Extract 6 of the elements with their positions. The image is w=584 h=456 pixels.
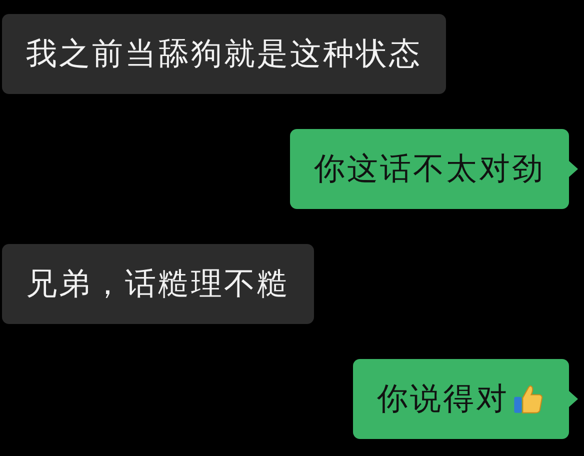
message-bubble: 你说得对 bbox=[353, 359, 569, 439]
message-bubble: 我之前当舔狗就是这种状态 bbox=[2, 14, 446, 94]
message-bubble: 你这话不太对劲 bbox=[290, 129, 569, 209]
message-bubble: 兄弟，话糙理不糙 bbox=[2, 244, 314, 324]
bubble-tail bbox=[569, 391, 578, 407]
bubble-tail bbox=[569, 161, 578, 177]
